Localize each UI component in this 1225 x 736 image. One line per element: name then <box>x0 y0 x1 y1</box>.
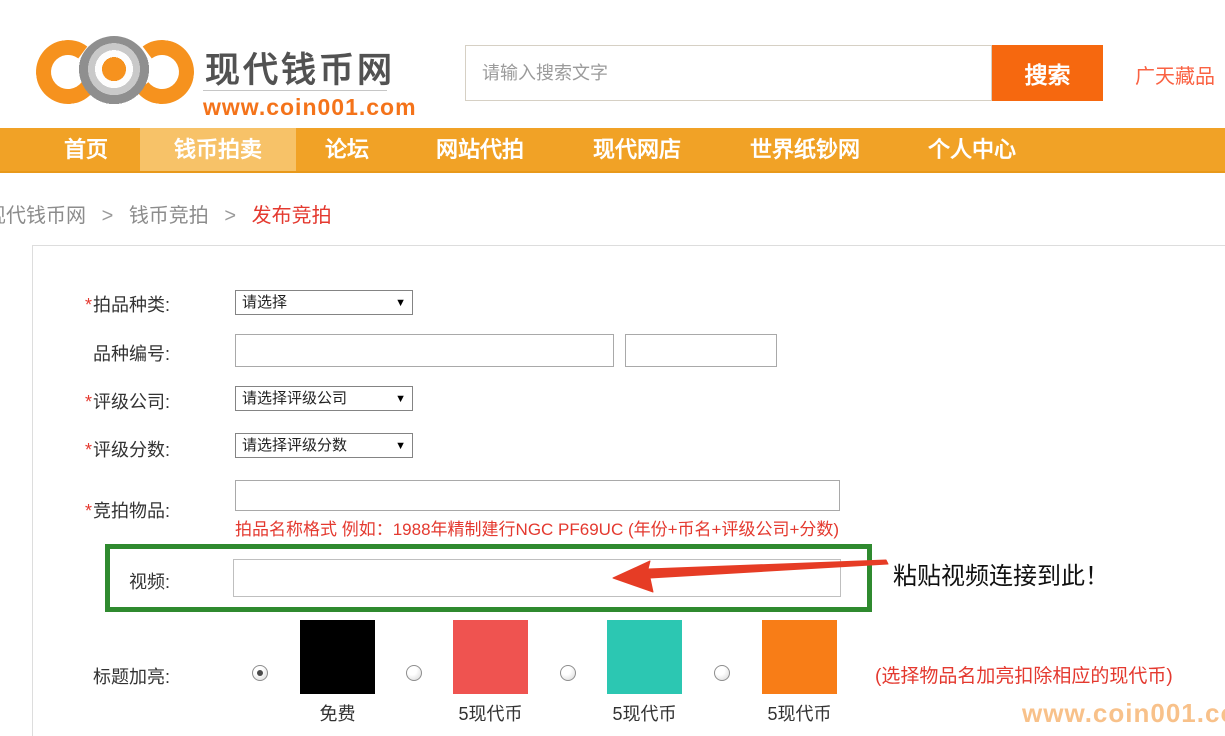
highlight-swatch-red[interactable] <box>453 620 528 694</box>
breadcrumb-coin-auction[interactable]: 钱币竞拍 <box>129 205 209 227</box>
highlight-radio-red[interactable] <box>406 665 422 681</box>
breadcrumb-separator: > <box>102 205 114 227</box>
chevron-down-icon: ▼ <box>395 292 406 315</box>
field-label-title-highlight: 标题加亮: <box>40 663 170 689</box>
highlight-price-label: 5现代币 <box>433 700 548 726</box>
highlight-radio-orange[interactable] <box>714 665 730 681</box>
required-asterisk: * <box>85 392 92 412</box>
field-label-grading-score: *评级分数: <box>40 436 170 462</box>
top-link-label[interactable]: 广天藏品 <box>1135 66 1215 88</box>
nav-item-site-proxy-bid[interactable]: 网站代拍 <box>400 128 560 171</box>
highlight-cost-note: (选择物品名加亮扣除相应的现代币) <box>875 661 1173 688</box>
auction-item-format-hint: 拍品名称格式 例如：1988年精制建行NGC PF69UC (年份+币名+评级公… <box>235 515 839 540</box>
chevron-down-icon: ▼ <box>395 388 406 411</box>
highlight-radio-teal[interactable] <box>560 665 576 681</box>
category-select-value: 请选择 <box>242 294 287 311</box>
grading-score-select-value: 请选择评级分数 <box>242 437 347 454</box>
highlight-price-label: 5现代币 <box>742 700 857 726</box>
nav-item-home[interactable]: 首页 <box>36 128 136 171</box>
field-label-variety-number: 品种编号: <box>40 340 170 366</box>
highlight-swatch-black[interactable] <box>300 620 375 694</box>
search-button[interactable]: 搜索 <box>992 45 1103 101</box>
breadcrumb-home[interactable]: 现代钱币网 <box>0 205 86 227</box>
field-label-video: 视频: <box>40 568 170 594</box>
chevron-down-icon: ▼ <box>395 435 406 458</box>
red-arrow-icon <box>600 545 900 605</box>
breadcrumb-current-publish: 发布竞拍 <box>252 205 332 227</box>
field-label-grading-company: *评级公司: <box>40 388 170 414</box>
page: 现代钱币网 www.coin001.com 搜索 广天藏品| 首页 钱币拍卖 论… <box>0 0 1225 736</box>
variety-number-secondary-input[interactable] <box>625 334 777 367</box>
highlight-swatch-orange[interactable] <box>762 620 837 694</box>
breadcrumb-separator: > <box>224 205 236 227</box>
breadcrumb: 现代钱币网 > 钱币竞拍 > 发布竞拍 <box>0 199 332 228</box>
top-link-guangtian[interactable]: 广天藏品| <box>1135 60 1225 89</box>
highlight-price-label: 免费 <box>280 700 395 726</box>
grading-company-select-value: 请选择评级公司 <box>242 390 347 407</box>
nav-item-forum[interactable]: 论坛 <box>297 128 397 171</box>
logo-coin-ring-icon <box>78 36 150 108</box>
variety-number-input[interactable] <box>235 334 614 367</box>
video-paste-annotation: 粘贴视频连接到此！ <box>893 556 1109 591</box>
main-nav: 首页 钱币拍卖 论坛 网站代拍 现代网店 世界纸钞网 个人中心 <box>0 128 1225 173</box>
grading-company-select[interactable]: 请选择评级公司 ▼ <box>235 386 413 411</box>
search-input[interactable] <box>465 45 992 101</box>
required-asterisk: * <box>85 501 92 521</box>
category-select[interactable]: 请选择 ▼ <box>235 290 413 315</box>
grading-score-select[interactable]: 请选择评级分数 ▼ <box>235 433 413 458</box>
auction-item-input[interactable] <box>235 480 840 511</box>
nav-item-coin-auction[interactable]: 钱币拍卖 <box>140 128 296 171</box>
required-asterisk: * <box>85 440 92 460</box>
field-label-category: *拍品种类: <box>40 291 170 317</box>
required-asterisk: * <box>85 295 92 315</box>
nav-item-personal-center[interactable]: 个人中心 <box>895 128 1049 171</box>
site-title: 现代钱币网 <box>205 42 395 93</box>
field-label-auction-item: *竞拍物品: <box>40 497 170 523</box>
highlight-price-label: 5现代币 <box>587 700 702 726</box>
nav-item-modern-shop[interactable]: 现代网店 <box>560 128 714 171</box>
site-watermark: www.coin001.com <box>1022 698 1225 729</box>
highlight-radio-free[interactable] <box>252 665 268 681</box>
site-url: www.coin001.com <box>203 94 417 121</box>
nav-item-world-banknote[interactable]: 世界纸钞网 <box>717 128 893 171</box>
title-divider <box>203 90 387 91</box>
highlight-swatch-teal[interactable] <box>607 620 682 694</box>
